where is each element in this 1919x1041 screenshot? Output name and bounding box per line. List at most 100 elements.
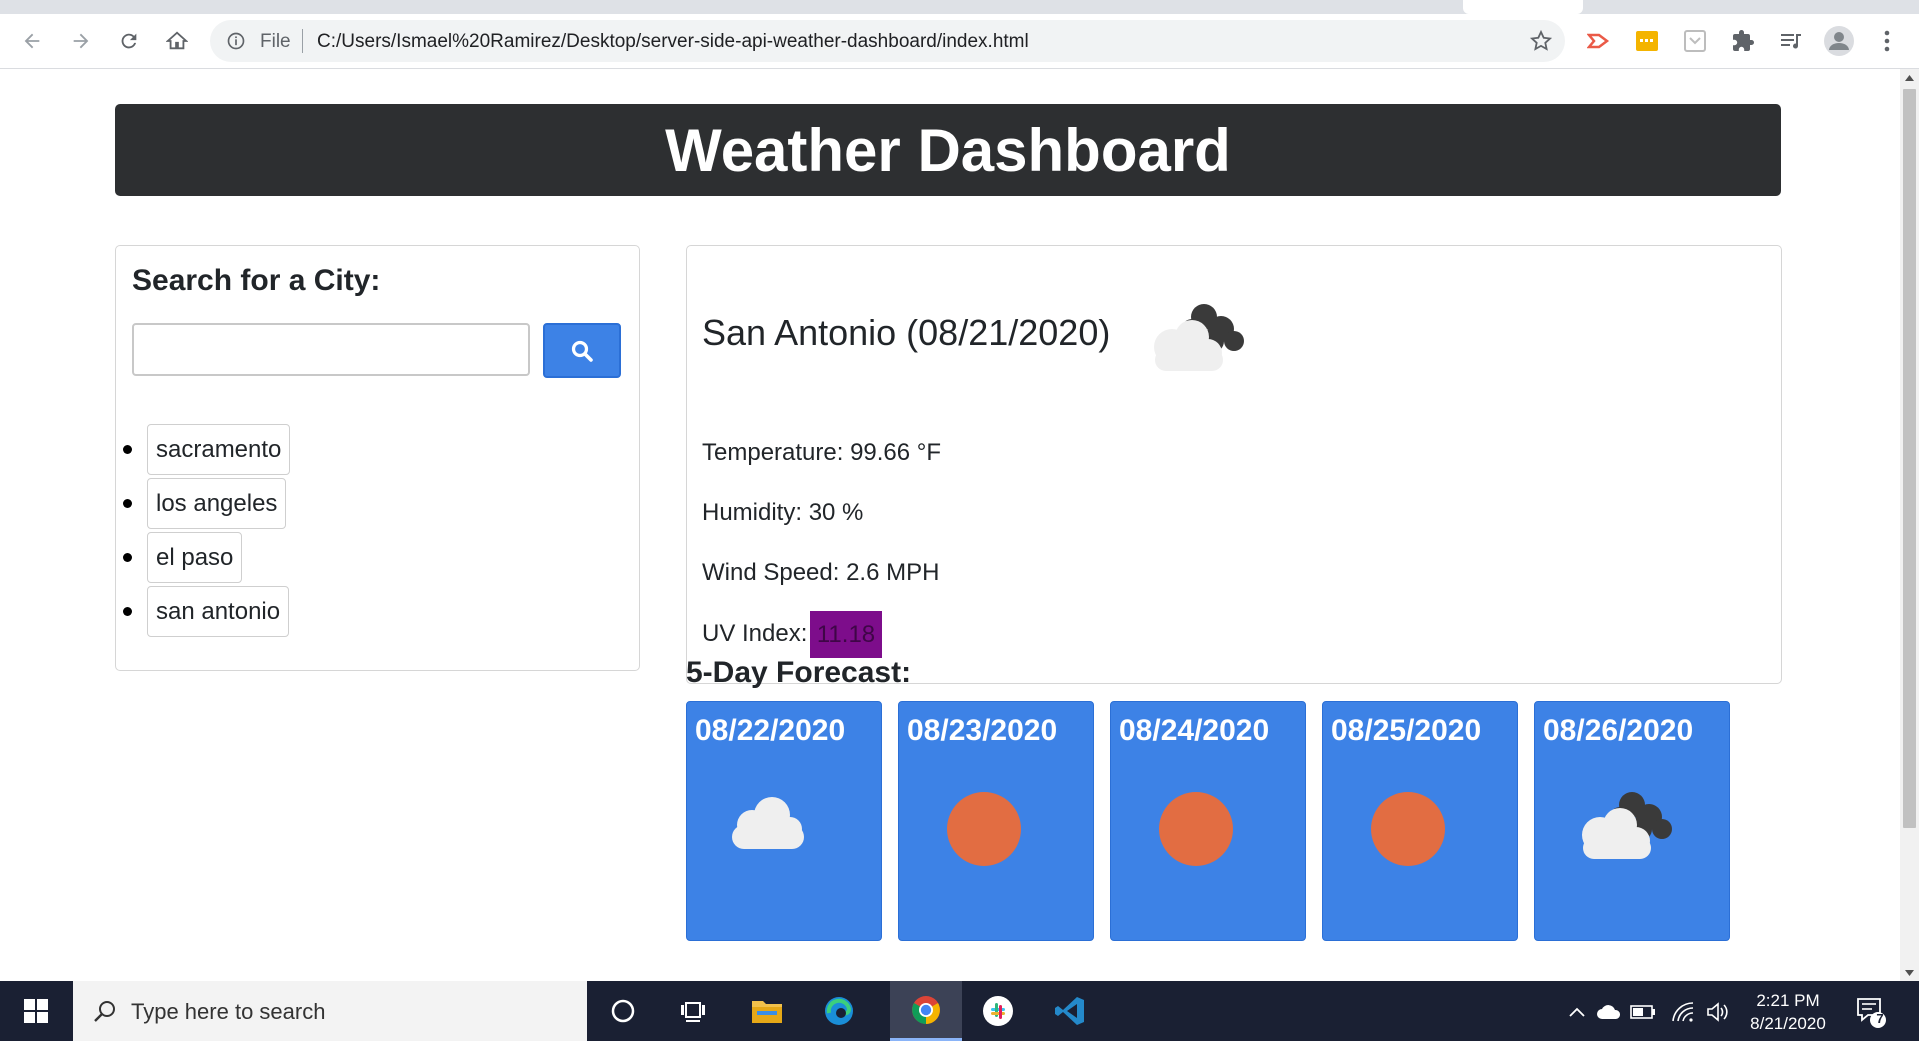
extension-cast-button[interactable] xyxy=(1584,26,1614,56)
task-view-button[interactable] xyxy=(659,981,731,1041)
volume-button[interactable] xyxy=(1704,998,1732,1026)
speaker-icon xyxy=(1707,1002,1728,1022)
edge-icon xyxy=(825,997,853,1025)
page-viewport: Weather Dashboard Search for a City: sac… xyxy=(0,69,1900,981)
history-city-button[interactable]: el paso xyxy=(147,532,243,583)
forecast-date: 08/25/2020 xyxy=(1331,714,1482,747)
address-divider xyxy=(302,29,303,53)
edge-browser-button[interactable] xyxy=(803,981,875,1041)
list-bullet xyxy=(123,553,132,562)
humidity-text: Humidity: 30 % xyxy=(702,499,864,526)
vertical-scrollbar[interactable] xyxy=(1900,69,1919,981)
scrollbar-thumb[interactable] xyxy=(1903,89,1916,828)
city-search-input[interactable] xyxy=(132,323,530,376)
forecast-day-card: 08/24/2020 xyxy=(1110,701,1306,941)
clock-time: 2:21 PM xyxy=(1756,991,1820,1010)
list-bullet xyxy=(123,445,132,454)
taskbar-clock[interactable]: 2:21 PM 8/21/2020 xyxy=(1733,989,1843,1035)
bookmark-star-icon[interactable] xyxy=(1529,29,1553,53)
address-url[interactable]: C:/Users/Ismael%20Ramirez/Desktop/server… xyxy=(317,31,1029,53)
browser-menu-button[interactable] xyxy=(1872,26,1902,56)
list-bullet xyxy=(123,607,132,616)
reload-button[interactable] xyxy=(114,26,144,56)
scroll-up-button[interactable] xyxy=(1900,69,1919,86)
clock-date: 8/21/2020 xyxy=(1750,1014,1826,1033)
profile-button[interactable] xyxy=(1824,26,1854,56)
forecast-day-card: 08/23/2020 xyxy=(898,701,1094,941)
forecast-date: 08/23/2020 xyxy=(907,714,1058,747)
back-arrow-icon xyxy=(24,33,40,49)
notification-count: 7 xyxy=(1876,1011,1884,1026)
cortana-circle-icon xyxy=(611,999,635,1023)
forward-arrow-icon xyxy=(73,33,89,49)
history-city-button[interactable]: sacramento xyxy=(147,424,291,475)
folder-icon xyxy=(752,1001,782,1023)
battery-button[interactable] xyxy=(1629,998,1657,1026)
cortana-button[interactable] xyxy=(587,981,659,1041)
home-button[interactable] xyxy=(162,26,192,56)
search-button[interactable] xyxy=(543,323,621,378)
forecast-date: 08/26/2020 xyxy=(1543,714,1694,747)
extensions-button[interactable] xyxy=(1728,26,1758,56)
file-explorer-button[interactable] xyxy=(731,981,803,1041)
search-title: Search for a City: xyxy=(132,264,381,297)
slack-icon xyxy=(983,996,1013,1026)
show-hidden-icons-button[interactable] xyxy=(1563,998,1591,1026)
temperature-text: Temperature: 99.66 °F xyxy=(702,439,942,466)
search-icon xyxy=(94,1001,115,1022)
back-button[interactable] xyxy=(17,26,47,56)
scroll-down-arrow-icon xyxy=(1905,969,1914,976)
chevron-up-icon xyxy=(1569,1007,1585,1017)
uv-index-badge: 11.18 xyxy=(810,611,882,658)
taskbar-search-placeholder: Type here to search xyxy=(131,999,326,1024)
slack-button[interactable] xyxy=(962,981,1034,1041)
start-button[interactable] xyxy=(0,981,72,1041)
tab-strip xyxy=(0,0,1919,14)
vscode-button[interactable] xyxy=(1034,981,1106,1041)
scroll-up-arrow-icon xyxy=(1905,74,1914,81)
page-header: Weather Dashboard xyxy=(115,104,1781,196)
history-city-button[interactable]: san antonio xyxy=(147,586,290,637)
network-button[interactable] xyxy=(1669,998,1697,1026)
reload-icon xyxy=(121,33,137,49)
puzzle-icon xyxy=(1733,30,1754,51)
wind-speed-text: Wind Speed: 2.6 MPH xyxy=(702,559,940,586)
chrome-icon xyxy=(912,995,940,1024)
info-icon[interactable] xyxy=(226,31,246,51)
forward-button[interactable] xyxy=(66,26,96,56)
sun-icon xyxy=(1159,792,1233,866)
list-bullet xyxy=(123,499,132,508)
taskbar-search-box[interactable]: Type here to search xyxy=(73,981,587,1041)
sun-icon xyxy=(947,792,1021,866)
cloud-icon xyxy=(1597,1005,1621,1019)
search-card: Search for a City: sacramento los angele… xyxy=(115,245,640,671)
sun-icon xyxy=(1371,792,1445,866)
active-tab[interactable] xyxy=(1463,0,1583,14)
broken-clouds-icon xyxy=(1582,792,1672,859)
extension-pocket-button[interactable] xyxy=(1680,26,1710,56)
forecast-day-card: 08/22/2020 xyxy=(686,701,882,941)
action-center-button[interactable]: 7 xyxy=(1854,995,1888,1034)
page-title: Weather Dashboard xyxy=(665,116,1231,184)
forecast-title: 5-Day Forecast: xyxy=(686,656,912,689)
chrome-button[interactable] xyxy=(890,981,962,1041)
vscode-icon xyxy=(1055,997,1084,1025)
forecast-day-card: 08/25/2020 xyxy=(1322,701,1518,941)
extension-red-icon xyxy=(1587,33,1610,49)
extension-yellow-icon xyxy=(1636,31,1658,51)
search-icon xyxy=(571,340,593,362)
onedrive-button[interactable] xyxy=(1595,998,1623,1026)
media-control-button[interactable] xyxy=(1776,26,1806,56)
extension-pocket-icon xyxy=(1684,30,1706,52)
scroll-down-button[interactable] xyxy=(1900,964,1919,981)
broken-clouds-icon xyxy=(1154,304,1244,371)
home-icon xyxy=(166,31,188,50)
forecast-date: 08/22/2020 xyxy=(695,714,846,747)
extension-yellow-button[interactable] xyxy=(1632,26,1662,56)
address-bar[interactable]: File C:/Users/Ismael%20Ramirez/Desktop/s… xyxy=(210,20,1565,62)
current-weather-card: San Antonio (08/21/2020) Temperature: 99… xyxy=(686,245,1782,684)
address-scheme: File xyxy=(260,31,291,52)
media-queue-icon xyxy=(1781,34,1801,49)
windows-taskbar: Type here to search 2:21 PM 8/21/2020 7 xyxy=(0,981,1919,1041)
history-city-button[interactable]: los angeles xyxy=(147,478,287,529)
